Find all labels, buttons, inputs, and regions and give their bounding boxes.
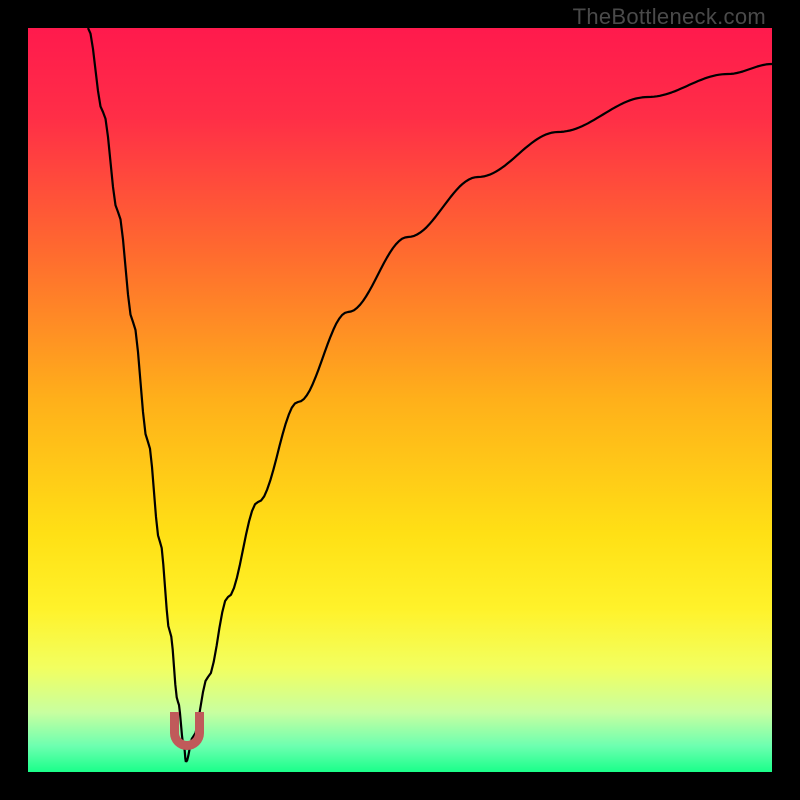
watermark-text: TheBottleneck.com bbox=[573, 4, 766, 30]
bottleneck-curve bbox=[28, 28, 772, 772]
optimum-marker bbox=[170, 712, 204, 750]
plot-frame bbox=[28, 28, 772, 772]
